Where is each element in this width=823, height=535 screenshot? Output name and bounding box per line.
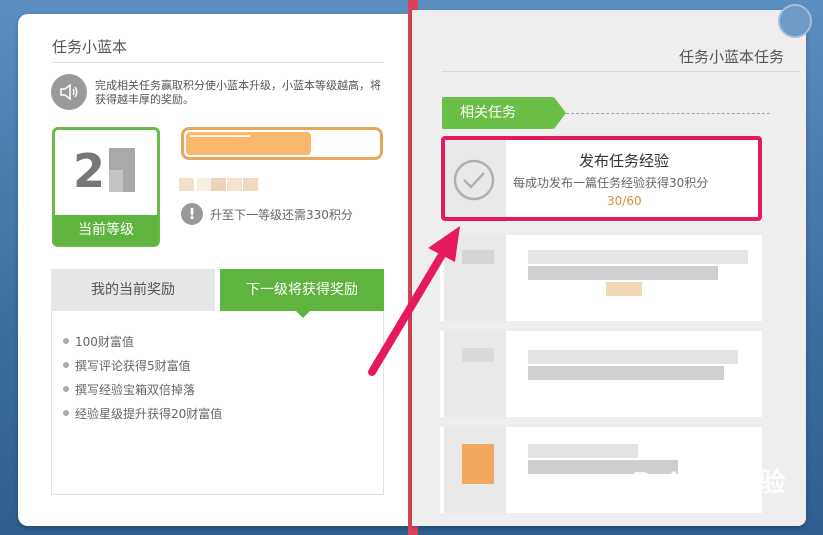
annotation-arrow-icon (368, 226, 460, 376)
watermark-url: jingyan.baidu.com (635, 502, 728, 513)
watermark-logo: Bai du 经验 (632, 468, 786, 498)
